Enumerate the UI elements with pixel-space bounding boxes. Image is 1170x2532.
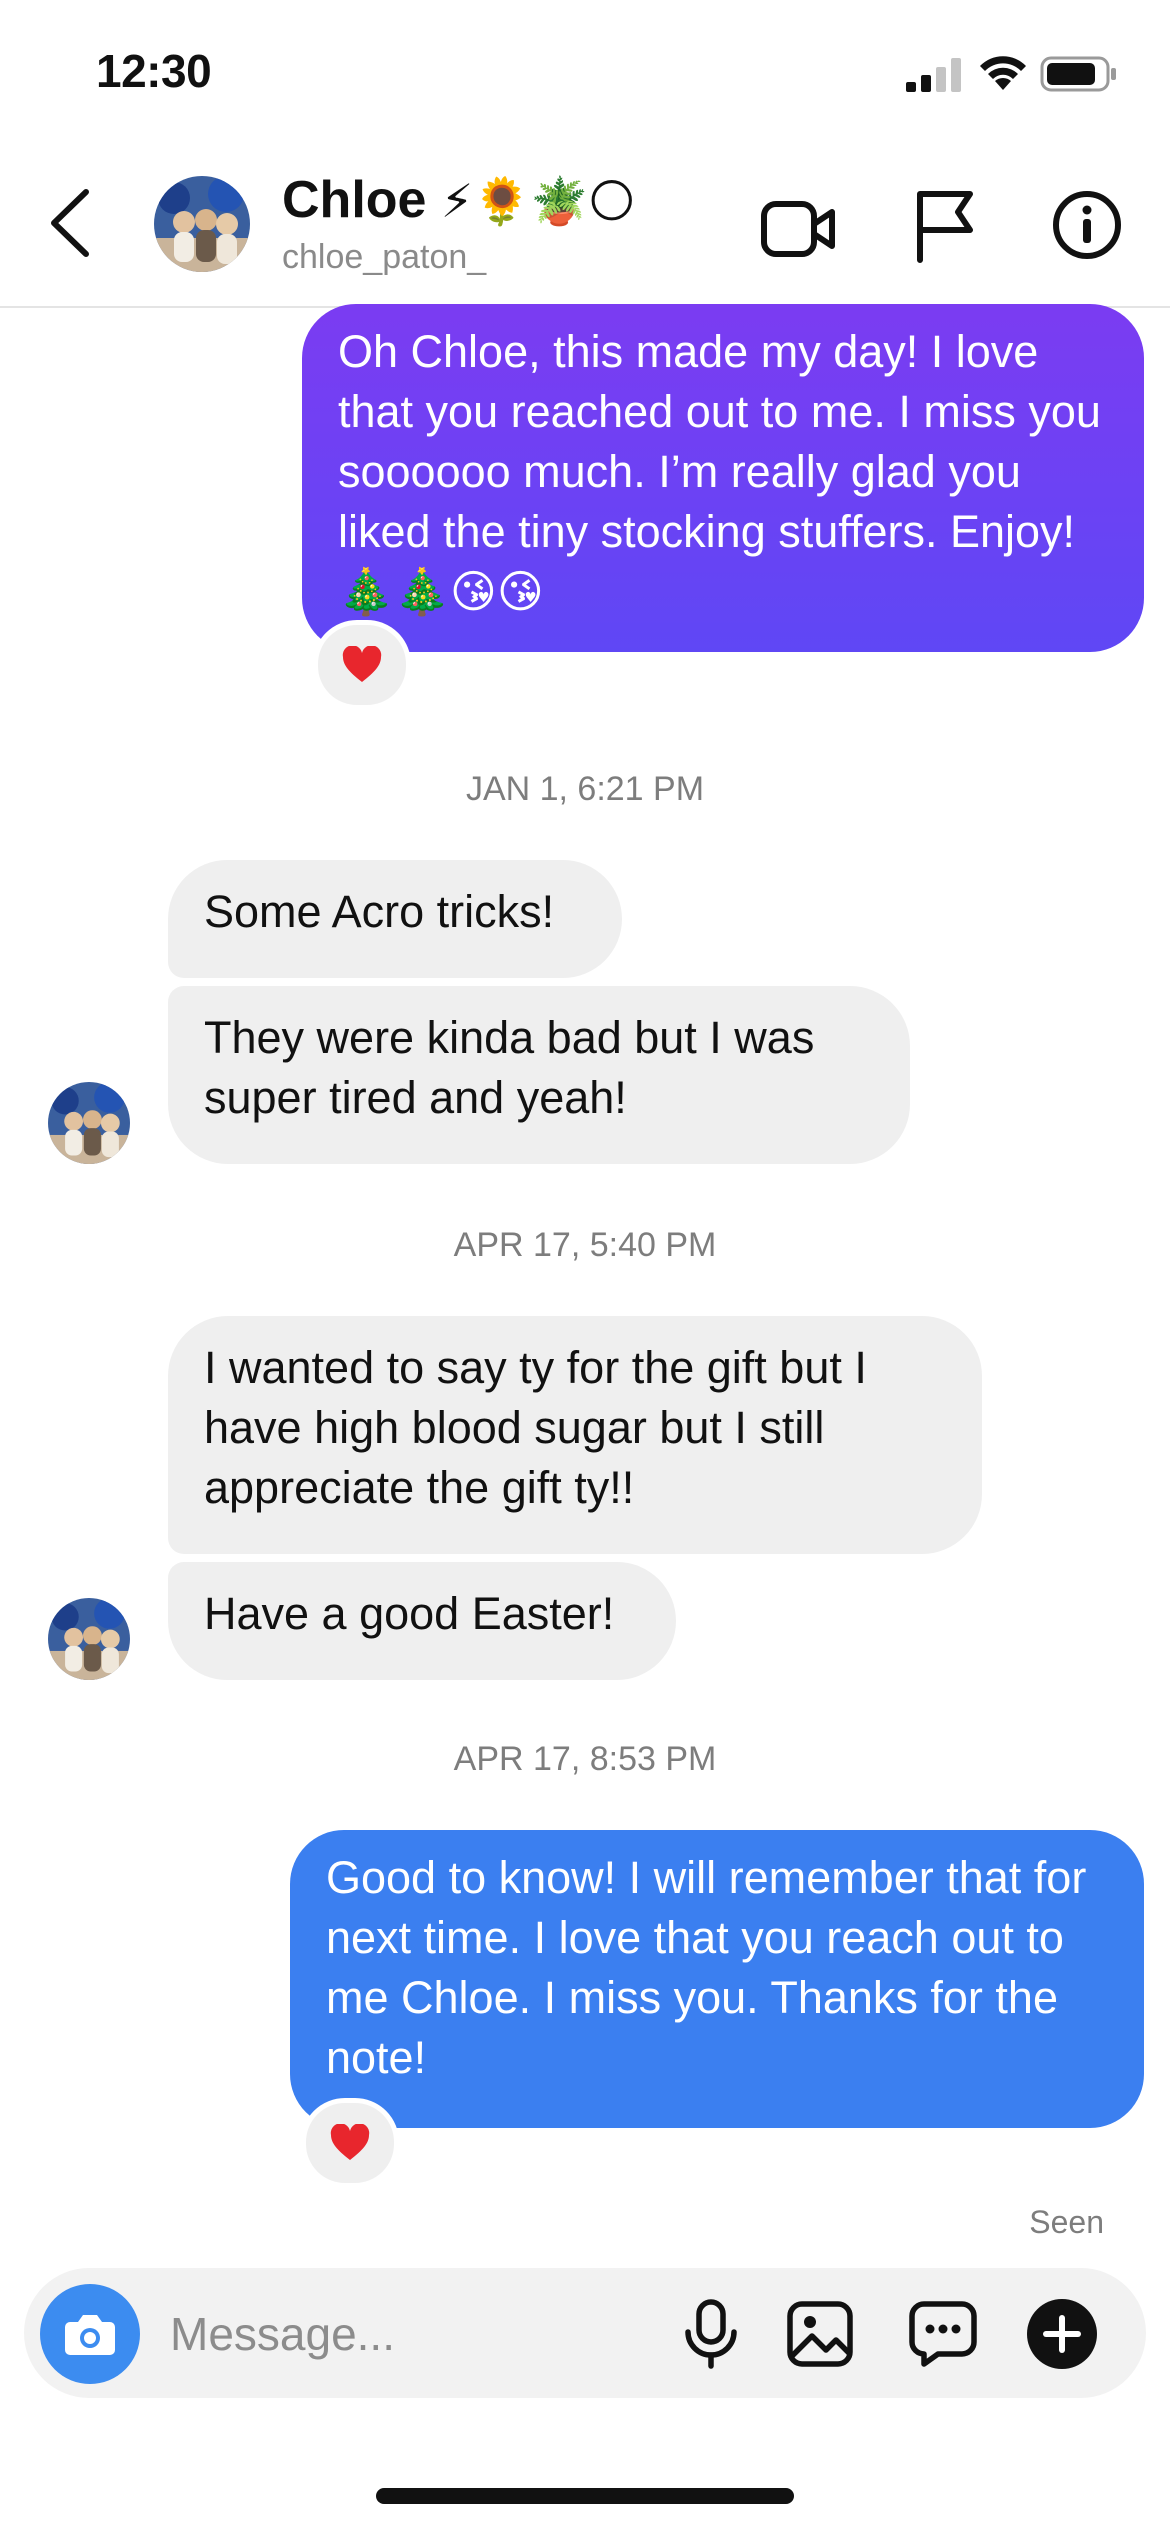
timestamp-divider: APR 17, 8:53 PM <box>453 1740 717 1778</box>
outgoing-message[interactable]: Good to know! I will remember that for n… <box>290 1830 1144 2128</box>
chat-header: Chloe ⚡🌻🪴🌕 chloe_paton_ <box>0 150 1170 308</box>
message-input[interactable] <box>168 2302 652 2366</box>
avatar[interactable] <box>48 1598 130 1680</box>
incoming-message[interactable]: They were kinda bad but I was super tire… <box>168 986 910 1164</box>
outgoing-message[interactable]: Oh Chloe, this made my day! I love that … <box>302 304 1144 652</box>
status-time: 12:30 <box>96 45 212 97</box>
heart-reaction[interactable] <box>313 620 411 710</box>
timestamp-divider: APR 17, 5:40 PM <box>453 1226 717 1264</box>
home-indicator <box>376 2488 794 2504</box>
incoming-message[interactable]: Some Acro tricks! <box>168 860 622 978</box>
sticker-chat-icon[interactable] <box>908 2298 978 2368</box>
info-icon[interactable] <box>1052 190 1122 260</box>
heart-reaction[interactable] <box>301 2098 399 2188</box>
incoming-message[interactable]: Have a good Easter! <box>168 1562 676 1680</box>
message-composer <box>24 2268 1146 2398</box>
contact-name[interactable]: Chloe ⚡🌻🪴🌕 <box>282 170 636 230</box>
wifi-icon <box>978 52 1028 92</box>
avatar[interactable] <box>48 1082 130 1164</box>
microphone-icon[interactable] <box>678 2298 744 2370</box>
contact-name-text: Chloe <box>282 171 427 229</box>
seen-receipt: Seen <box>1029 2204 1104 2240</box>
contact-username[interactable]: chloe_paton_ <box>282 238 486 277</box>
chevron-left-icon[interactable] <box>44 186 98 260</box>
heart-icon <box>342 646 382 682</box>
timestamp-divider: JAN 1, 6:21 PM <box>465 770 705 808</box>
image-icon[interactable] <box>786 2300 854 2368</box>
contact-name-emojis: ⚡🌻🪴🌕 <box>440 174 636 228</box>
status-bar: 12:30 <box>0 0 1170 150</box>
camera-icon[interactable] <box>40 2284 140 2384</box>
avatar[interactable] <box>154 176 250 272</box>
flag-icon[interactable] <box>912 188 978 264</box>
plus-icon[interactable] <box>1026 2298 1098 2370</box>
video-camera-icon[interactable] <box>760 194 836 264</box>
cellular-signal-icon <box>906 58 962 92</box>
incoming-message[interactable]: I wanted to say ty for the gift but I ha… <box>168 1316 982 1554</box>
heart-icon <box>330 2124 370 2160</box>
battery-icon <box>1040 56 1118 92</box>
